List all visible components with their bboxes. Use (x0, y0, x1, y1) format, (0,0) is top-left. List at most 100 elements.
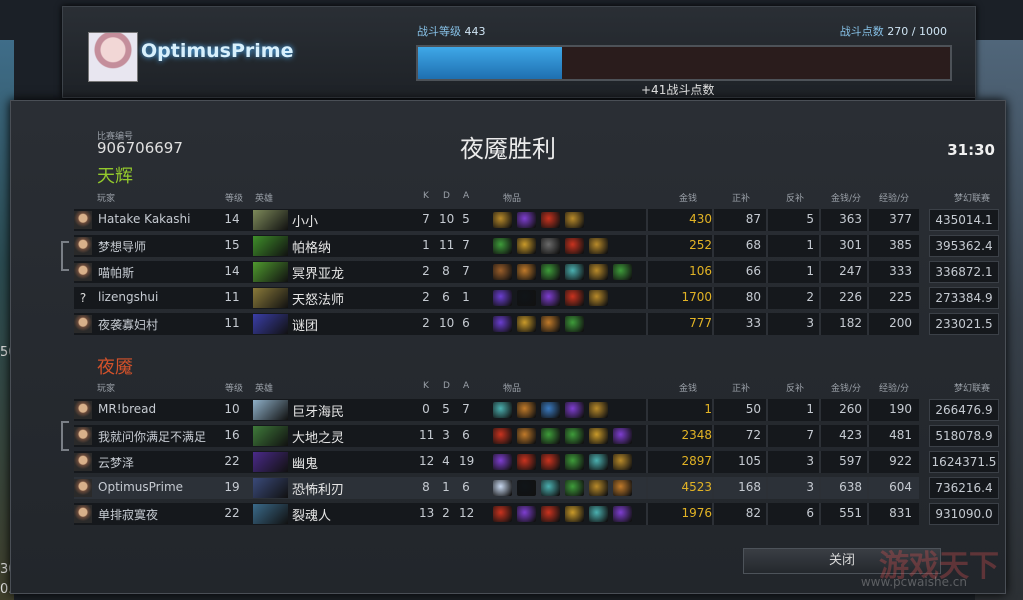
player-avatar-icon[interactable] (74, 315, 92, 333)
hero-portrait-icon[interactable] (253, 504, 288, 524)
item-slot-icon[interactable] (493, 316, 512, 332)
player-avatar-icon[interactable] (74, 263, 92, 281)
player-row[interactable]: OptimusPrime 19 恐怖利刃 8 1 6 4523 168 3 63… (74, 477, 919, 499)
item-slot-icon[interactable] (493, 402, 512, 418)
item-slot-icon[interactable] (613, 480, 632, 496)
item-slot-icon[interactable] (517, 264, 536, 280)
player-avatar-icon[interactable] (74, 211, 92, 229)
item-slot-icon[interactable] (517, 454, 536, 470)
player-row[interactable]: 喵帕斯 14 冥界亚龙 2 8 7 106 66 1 247 333 (74, 261, 919, 283)
player-name[interactable]: lizengshui (98, 290, 226, 304)
player-avatar-icon[interactable] (74, 453, 92, 471)
item-slot-icon[interactable] (493, 238, 512, 254)
item-slot-icon[interactable] (565, 480, 584, 496)
hero-portrait-icon[interactable] (253, 314, 288, 334)
player-row[interactable]: 单排寂寞夜 22 裂魂人 13 2 12 1976 82 6 551 831 (74, 503, 919, 525)
player-row[interactable]: Hatake Kakashi 14 小小 7 10 5 430 87 5 363… (74, 209, 919, 231)
item-slot-icon[interactable] (517, 316, 536, 332)
item-slot-icon[interactable] (613, 506, 632, 522)
item-slot-icon[interactable] (565, 506, 584, 522)
item-slot-icon[interactable] (541, 402, 560, 418)
item-slot-icon[interactable] (517, 238, 536, 254)
hero-portrait-icon[interactable] (253, 426, 288, 446)
item-slot-icon[interactable] (589, 454, 608, 470)
hero-portrait-icon[interactable] (253, 236, 288, 256)
hero-portrait-icon[interactable] (253, 288, 288, 308)
hero-portrait-icon[interactable] (253, 210, 288, 230)
item-slot-icon[interactable] (541, 506, 560, 522)
item-slot-icon[interactable] (493, 264, 512, 280)
item-slot-icon[interactable] (565, 402, 584, 418)
player-name[interactable]: 梦想导师 (98, 238, 226, 255)
player-name[interactable]: MR!bread (98, 402, 226, 416)
item-slot-icon[interactable] (565, 290, 584, 306)
item-slot-icon[interactable] (589, 402, 608, 418)
player-avatar-icon[interactable] (74, 401, 92, 419)
player-name[interactable]: 喵帕斯 (98, 264, 226, 281)
item-slot-icon[interactable] (493, 290, 512, 306)
item-slot-icon[interactable] (565, 428, 584, 444)
battle-level-value: 443 (464, 25, 486, 38)
item-slot-icon[interactable] (493, 428, 512, 444)
item-slot-icon[interactable] (517, 506, 536, 522)
battle-points-progress-fill (418, 47, 562, 79)
item-slot-icon[interactable] (493, 212, 512, 228)
player-row[interactable]: 我就问你满足不满足 16 大地之灵 11 3 6 2348 72 7 423 4… (74, 425, 919, 447)
item-slot-icon[interactable] (589, 238, 608, 254)
item-slot-icon[interactable] (493, 480, 512, 496)
player-name[interactable]: 夜袭寡妇村 (98, 316, 226, 333)
player-row[interactable]: 夜袭寡妇村 11 谜团 2 10 6 777 33 3 182 200 (74, 313, 919, 335)
hero-portrait-icon[interactable] (253, 478, 288, 498)
item-slot-icon[interactable] (517, 402, 536, 418)
player-avatar-icon[interactable] (74, 479, 92, 497)
item-slot-icon[interactable] (493, 454, 512, 470)
hero-portrait-icon[interactable] (253, 400, 288, 420)
item-slot-icon[interactable] (541, 290, 560, 306)
player-avatar-icon[interactable] (74, 237, 92, 255)
item-slot-icon[interactable] (541, 212, 560, 228)
player-level: 14 (224, 264, 240, 278)
last-hits: 80 (745, 290, 761, 304)
player-name[interactable]: OptimusPrime (98, 480, 226, 494)
item-slot-icon[interactable] (589, 428, 608, 444)
winner-title: 夜魇胜利 (460, 135, 556, 163)
item-slot-icon[interactable] (589, 264, 608, 280)
item-slot-icon[interactable] (565, 238, 584, 254)
item-slot-icon[interactable] (541, 454, 560, 470)
player-avatar-icon[interactable] (74, 427, 92, 445)
item-slot-icon[interactable] (541, 238, 560, 254)
item-slot-icon[interactable] (541, 428, 560, 444)
item-slot-icon[interactable] (589, 480, 608, 496)
item-slot-icon[interactable] (589, 290, 608, 306)
item-slot-icon[interactable] (565, 316, 584, 332)
player-name[interactable]: 我就问你满足不满足 (98, 428, 226, 445)
item-slot-icon[interactable] (517, 428, 536, 444)
hero-portrait-icon[interactable] (253, 262, 288, 282)
player-row[interactable]: 梦想导师 15 帕格纳 1 11 7 252 68 1 301 385 (74, 235, 919, 257)
item-slot-icon[interactable] (541, 264, 560, 280)
item-slot-icon[interactable] (613, 428, 632, 444)
item-slot-icon[interactable] (565, 212, 584, 228)
item-slot-icon[interactable] (517, 212, 536, 228)
item-slot-icon[interactable] (517, 290, 536, 306)
item-slot-icon[interactable] (517, 480, 536, 496)
player-name[interactable]: 云梦泽 (98, 454, 226, 471)
player-row[interactable]: ? lizengshui 11 天怒法师 2 6 1 1700 80 2 226… (74, 287, 919, 309)
item-slot-icon[interactable] (565, 264, 584, 280)
player-avatar[interactable] (88, 32, 138, 82)
player-avatar-icon[interactable] (74, 505, 92, 523)
item-slot-icon[interactable] (565, 454, 584, 470)
player-name[interactable]: Hatake Kakashi (98, 212, 226, 226)
unknown-avatar-icon[interactable]: ? (74, 289, 92, 307)
item-slot-icon[interactable] (493, 506, 512, 522)
item-slot-icon[interactable] (589, 506, 608, 522)
player-name[interactable]: 单排寂寞夜 (98, 506, 226, 523)
item-slot-icon[interactable] (541, 480, 560, 496)
player-row[interactable]: MR!bread 10 巨牙海民 0 5 7 1 50 1 260 190 (74, 399, 919, 421)
item-slot-icon[interactable] (613, 454, 632, 470)
item-slot-icon[interactable] (613, 264, 632, 280)
item-slot-icon[interactable] (541, 316, 560, 332)
divider (819, 503, 821, 525)
player-row[interactable]: 云梦泽 22 幽鬼 12 4 19 2897 105 3 597 922 (74, 451, 919, 473)
hero-portrait-icon[interactable] (253, 452, 288, 472)
